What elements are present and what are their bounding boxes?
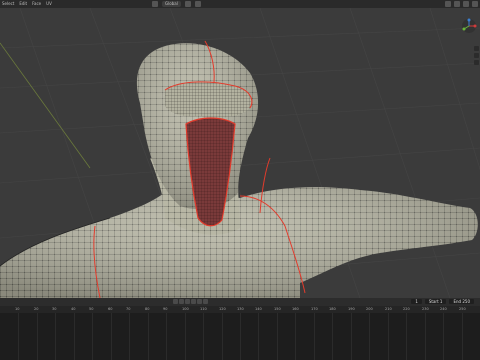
zoom-icon[interactable] bbox=[474, 46, 479, 51]
frame-gridline bbox=[277, 313, 278, 360]
jump-start-icon[interactable] bbox=[173, 299, 178, 304]
frame-gridline bbox=[222, 313, 223, 360]
start-value: 1 bbox=[439, 299, 443, 304]
menu-face[interactable]: Face bbox=[32, 0, 41, 8]
menu-select[interactable]: Select bbox=[2, 0, 14, 8]
ruler-tick: 210 bbox=[385, 307, 392, 311]
ruler-tick: 180 bbox=[329, 307, 336, 311]
y-axis-line bbox=[0, 42, 91, 169]
menu-uv[interactable]: UV bbox=[46, 0, 52, 8]
xray-icon[interactable] bbox=[454, 1, 460, 7]
frame-gridline bbox=[74, 313, 75, 360]
frame-gridline bbox=[295, 313, 296, 360]
menu-edit[interactable]: Edit bbox=[19, 0, 27, 8]
frame-gridline bbox=[332, 313, 333, 360]
frame-gridline bbox=[388, 313, 389, 360]
shading-material-icon[interactable] bbox=[472, 1, 478, 7]
current-frame-field[interactable]: 1 bbox=[411, 299, 422, 304]
next-key-icon[interactable] bbox=[197, 299, 202, 304]
snap-icon[interactable] bbox=[184, 1, 191, 7]
play-icon[interactable] bbox=[191, 299, 196, 304]
frame-gridline bbox=[443, 313, 444, 360]
ruler-tick: 20 bbox=[34, 307, 39, 311]
play-reverse-icon[interactable] bbox=[185, 299, 190, 304]
nav-gizmo-icon[interactable] bbox=[460, 18, 478, 46]
shading-solid-icon[interactable] bbox=[463, 1, 469, 7]
frame-gridline bbox=[351, 313, 352, 360]
camera-icon[interactable] bbox=[474, 60, 479, 65]
frame-gridline bbox=[129, 313, 130, 360]
overlay-icon[interactable] bbox=[445, 1, 451, 7]
frame-gridline bbox=[462, 313, 463, 360]
header-right bbox=[445, 0, 478, 7]
prev-key-icon[interactable] bbox=[179, 299, 184, 304]
orientation-dropdown[interactable]: Global bbox=[162, 1, 181, 7]
ruler-tick: 40 bbox=[71, 307, 76, 311]
timeline-editor[interactable]: 10 20 30 40 50 60 70 80 90 100 110 120 130 140 150 160 1… bbox=[0, 306, 480, 360]
ruler-tick: 70 bbox=[126, 307, 131, 311]
ruler-tick: 220 bbox=[403, 307, 410, 311]
frame-gridline bbox=[258, 313, 259, 360]
ruler-tick: 250 bbox=[459, 307, 466, 311]
start-label: Start bbox=[428, 299, 439, 304]
timeline-header: 1 Start 1 End 250 bbox=[0, 298, 480, 306]
end-frame-field[interactable]: End 250 bbox=[449, 299, 474, 304]
ruler-tick: 30 bbox=[52, 307, 57, 311]
frame-gridline bbox=[37, 313, 38, 360]
end-value: 250 bbox=[462, 299, 470, 304]
ruler-tick: 110 bbox=[200, 307, 207, 311]
frame-gridline bbox=[148, 313, 149, 360]
ruler-tick: 120 bbox=[219, 307, 226, 311]
ruler-tick: 50 bbox=[89, 307, 94, 311]
frame-gridline bbox=[425, 313, 426, 360]
frame-gridline bbox=[111, 313, 112, 360]
ruler-tick: 240 bbox=[440, 307, 447, 311]
frame-ruler[interactable]: 10 20 30 40 50 60 70 80 90 100 110 120 130 140 150 160 1… bbox=[0, 306, 480, 313]
proportional-icon[interactable] bbox=[194, 1, 201, 7]
jump-end-icon[interactable] bbox=[203, 299, 208, 304]
ruler-tick: 160 bbox=[292, 307, 299, 311]
ruler-tick: 80 bbox=[145, 307, 150, 311]
playback-controls bbox=[173, 299, 208, 304]
viewport-scene bbox=[0, 8, 480, 298]
ruler-tick: 60 bbox=[108, 307, 113, 311]
frame-gridline bbox=[203, 313, 204, 360]
frame-gridline bbox=[240, 313, 241, 360]
frame-gridline bbox=[314, 313, 315, 360]
ruler-tick: 100 bbox=[182, 307, 189, 311]
transform-pivot: Global bbox=[152, 0, 201, 7]
frame-gridline bbox=[406, 313, 407, 360]
frame-gridline bbox=[185, 313, 186, 360]
frame-gridline bbox=[18, 313, 19, 360]
frame-gridline bbox=[92, 313, 93, 360]
ruler-tick: 230 bbox=[422, 307, 429, 311]
ruler-tick: 200 bbox=[366, 307, 373, 311]
end-label: End bbox=[453, 299, 462, 304]
ruler-tick: 90 bbox=[163, 307, 168, 311]
start-frame-field[interactable]: Start 1 bbox=[424, 299, 447, 304]
3d-viewport[interactable] bbox=[0, 8, 480, 298]
frame-range: 1 Start 1 End 250 bbox=[411, 299, 474, 304]
hand-icon[interactable] bbox=[474, 53, 479, 58]
frame-gridline bbox=[166, 313, 167, 360]
frame-gridline bbox=[369, 313, 370, 360]
frame-gridline bbox=[55, 313, 56, 360]
ruler-tick: 150 bbox=[274, 307, 281, 311]
ruler-tick: 140 bbox=[255, 307, 262, 311]
header-menu: Select Edit Face UV bbox=[0, 0, 52, 8]
ruler-tick: 130 bbox=[237, 307, 244, 311]
ruler-tick: 190 bbox=[348, 307, 355, 311]
ruler-tick: 10 bbox=[15, 307, 20, 311]
ruler-tick: 170 bbox=[311, 307, 318, 311]
pivot-icon[interactable] bbox=[152, 1, 158, 7]
editor-header: Select Edit Face UV Global bbox=[0, 0, 480, 8]
